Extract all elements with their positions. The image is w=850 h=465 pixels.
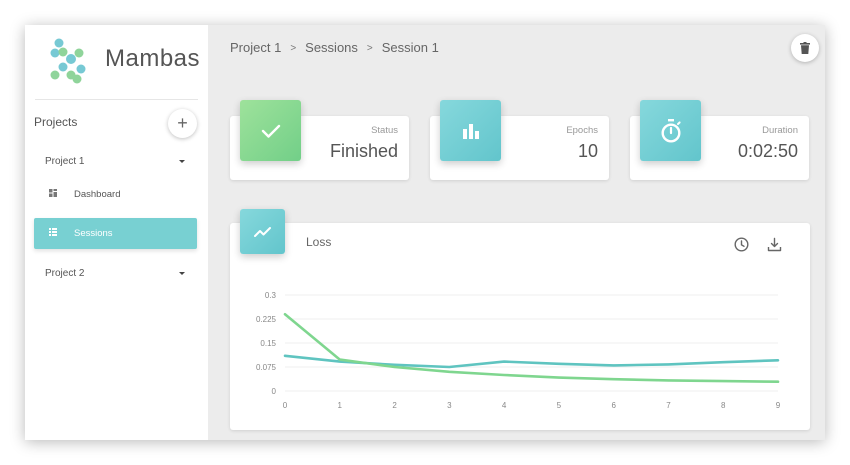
loss-chart-card: 0 0.075 0.15 0.225 0.3 0 1 2 3 4 5 6 7 8 9 Loss (230, 209, 810, 430)
project-label: Project 2 (45, 268, 85, 279)
series-line-2 (283, 312, 780, 383)
status-badge (240, 100, 301, 161)
download-button[interactable] (765, 235, 783, 253)
mambas-logo-icon (50, 38, 86, 84)
dashboard-icon (49, 189, 57, 197)
duration-badge (640, 100, 701, 161)
breadcrumb-separator: > (290, 43, 297, 54)
breadcrumb-project[interactable]: Project 1 (230, 40, 281, 55)
x-tick-label: 6 (611, 401, 616, 410)
breadcrumb: Project 1 > Sessions > Session 1 (230, 40, 439, 55)
x-tick-label: 5 (557, 401, 562, 410)
y-tick-label: 0.15 (260, 339, 276, 348)
check-icon (261, 124, 280, 138)
x-tick-label: 0 (283, 401, 288, 410)
history-button[interactable] (732, 235, 750, 253)
add-project-button[interactable]: + (168, 109, 197, 138)
epochs-label: Epochs (566, 125, 598, 136)
chart-title: Loss (306, 235, 332, 249)
y-tick-label: 0.3 (265, 291, 277, 300)
y-tick-label: 0.225 (256, 315, 277, 324)
x-tick-label: 4 (502, 401, 507, 410)
y-tick-label: 0 (272, 387, 277, 396)
status-label: Status (371, 125, 398, 136)
x-tick-label: 1 (338, 401, 343, 410)
y-tick-label: 0.075 (256, 363, 277, 372)
bar-chart-icon (462, 123, 479, 139)
breadcrumb-session: Session 1 (381, 40, 439, 55)
x-tick-label: 2 (392, 401, 397, 410)
breadcrumb-sessions[interactable]: Sessions (305, 40, 358, 55)
duration-card: Duration 0:02:50 (630, 100, 809, 180)
trending-icon (253, 226, 271, 237)
delete-button[interactable] (791, 34, 819, 62)
sidebar: Mambas Projects + Project 1 Dashboard Se… (25, 25, 208, 440)
trash-icon (800, 42, 810, 54)
plus-icon: + (177, 113, 188, 133)
breadcrumb-separator: > (366, 43, 373, 54)
project-label: Project 1 (45, 156, 85, 167)
brand-name: Mambas (105, 45, 201, 72)
status-value: Finished (329, 141, 398, 161)
sidebar-item-dashboard[interactable]: Dashboard (34, 179, 197, 210)
list-icon (49, 228, 57, 236)
sidebar-project-2[interactable]: Project 2 (45, 268, 185, 279)
loss-chart: 0 0.075 0.15 0.225 0.3 0 1 2 3 4 5 6 7 8 9 (256, 291, 781, 410)
duration-label: Duration (762, 125, 798, 136)
epochs-badge (440, 100, 501, 161)
x-tick-label: 8 (721, 401, 726, 410)
caret-down-icon (179, 272, 185, 275)
sidebar-divider (35, 99, 198, 100)
x-tick-label: 7 (666, 401, 671, 410)
projects-label: Projects (34, 115, 78, 129)
x-tick-label: 3 (447, 401, 452, 410)
duration-value: 0:02:50 (737, 141, 798, 161)
download-icon (767, 237, 781, 251)
caret-down-icon (179, 160, 185, 163)
sidebar-item-sessions[interactable]: Sessions (34, 218, 197, 249)
history-icon (733, 236, 749, 252)
x-tick-label: 9 (776, 401, 781, 410)
epochs-value: 10 (577, 141, 598, 161)
status-card: Status Finished (230, 100, 409, 180)
nav-label: Dashboard (74, 189, 121, 200)
app-window: Mambas Projects + Project 1 Dashboard Se… (25, 25, 825, 440)
loss-badge (240, 209, 285, 254)
stopwatch-icon (660, 118, 681, 143)
nav-label: Sessions (74, 228, 113, 239)
epochs-card: Epochs 10 (430, 100, 609, 180)
sidebar-project-1[interactable]: Project 1 (45, 156, 185, 167)
